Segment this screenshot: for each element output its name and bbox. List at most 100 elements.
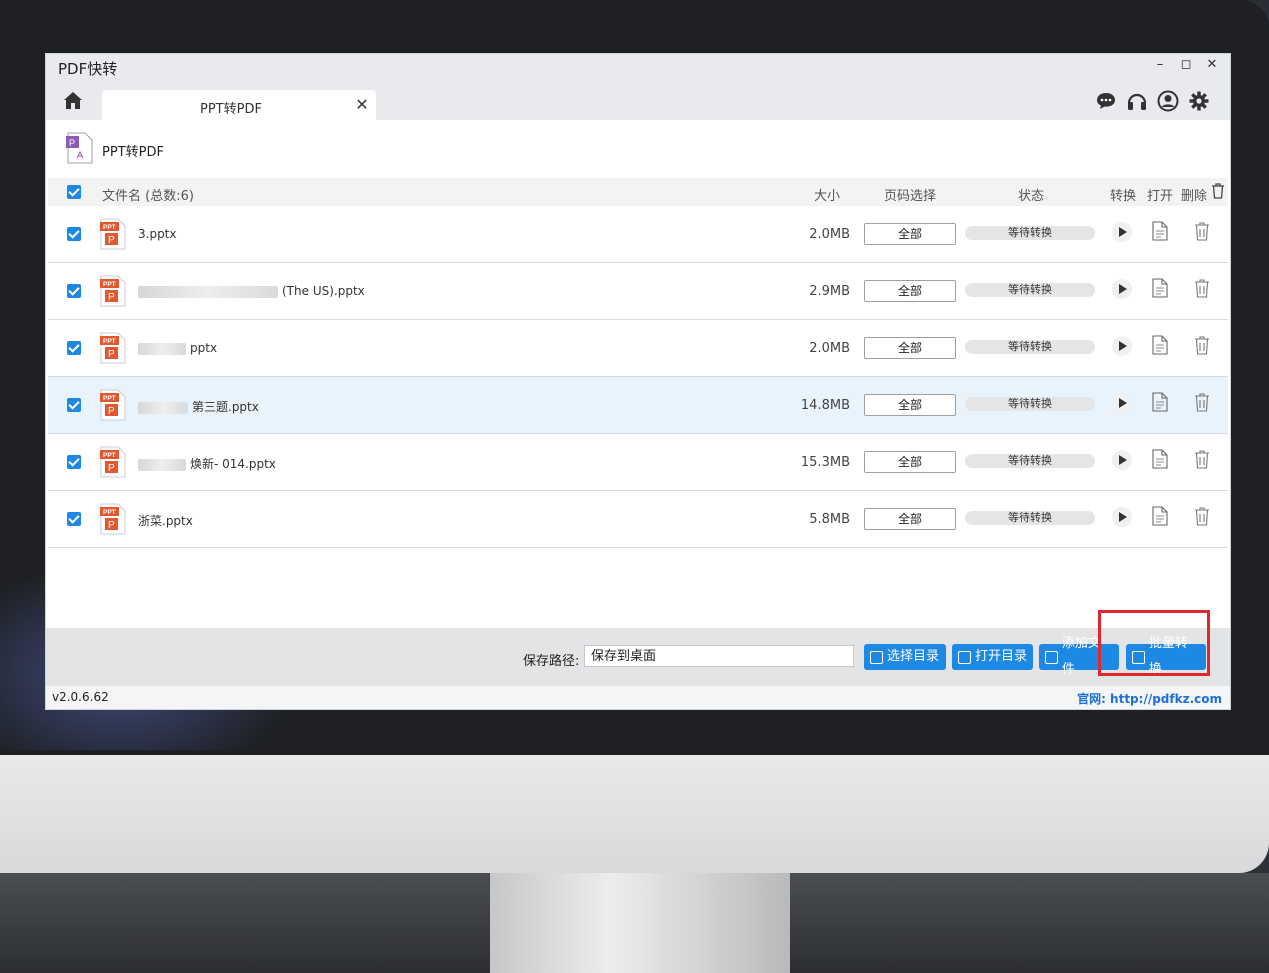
play-icon[interactable] <box>1112 336 1132 356</box>
open-file-icon[interactable] <box>1152 335 1168 359</box>
status-badge: 等待转换 <box>965 511 1095 525</box>
header-delete: 删除 <box>1181 189 1208 204</box>
file-name: 浙菜.pptx <box>138 512 193 529</box>
page-header: P PPT转PDF <box>66 132 164 168</box>
page-range-select[interactable]: 全部 <box>864 451 956 473</box>
table-row[interactable]: PPT P 焕新- 014.pptx 15.3MB 全部 等待转换 <box>48 434 1228 491</box>
highlight-annotation-box <box>1098 610 1210 676</box>
file-name: (The US).pptx <box>138 284 365 298</box>
page-range-select[interactable]: 全部 <box>864 394 956 416</box>
row-checkbox[interactable] <box>67 227 81 241</box>
open-directory-button[interactable]: 打开目录 <box>952 644 1033 670</box>
page-range-select[interactable]: 全部 <box>864 223 956 245</box>
svg-text:PPT: PPT <box>103 509 116 516</box>
tab-bar: PPT转PDF ✕ <box>46 82 1230 120</box>
delete-file-icon[interactable] <box>1194 449 1210 473</box>
window-controls: – ◻ ✕ <box>1152 57 1220 72</box>
maximize-button[interactable]: ◻ <box>1178 57 1194 72</box>
status-badge: 等待转换 <box>965 226 1095 240</box>
tab-ppt-to-pdf[interactable]: PPT转PDF ✕ <box>102 90 376 120</box>
monitor-stand <box>490 873 790 973</box>
play-icon[interactable] <box>1112 222 1132 242</box>
chat-icon[interactable] <box>1095 90 1117 112</box>
file-size: 15.3MB <box>800 455 850 470</box>
svg-text:PPT: PPT <box>103 281 116 288</box>
file-size: 2.0MB <box>809 227 850 242</box>
page-title: PPT转PDF <box>102 144 164 160</box>
row-checkbox[interactable] <box>67 455 81 469</box>
status-badge: 等待转换 <box>965 340 1095 354</box>
delete-file-icon[interactable] <box>1194 392 1210 416</box>
delete-all-icon[interactable] <box>1211 183 1225 203</box>
close-tab-button[interactable]: ✕ <box>354 95 370 114</box>
header-open: 打开 <box>1147 189 1174 204</box>
play-icon[interactable] <box>1112 450 1132 470</box>
ppt-to-pdf-icon: P <box>66 132 94 168</box>
svg-text:P: P <box>108 520 115 531</box>
open-file-icon[interactable] <box>1152 392 1168 416</box>
file-size: 14.8MB <box>800 398 850 413</box>
svg-text:P: P <box>108 235 115 246</box>
pptx-file-icon: PPT P <box>100 332 126 368</box>
row-checkbox[interactable] <box>67 284 81 298</box>
open-file-icon[interactable] <box>1152 278 1168 302</box>
save-disk-icon <box>870 650 883 664</box>
pptx-file-icon: PPT P <box>100 389 126 425</box>
file-name-text: 浙菜.pptx <box>138 514 193 528</box>
table-row[interactable]: PPT P pptx 2.0MB 全部 等待转换 <box>48 320 1228 377</box>
select-directory-label: 选择目录 <box>887 649 940 664</box>
header-pages: 页码选择 <box>884 189 937 204</box>
open-file-icon[interactable] <box>1152 221 1168 245</box>
row-checkbox[interactable] <box>67 341 81 355</box>
open-file-icon[interactable] <box>1152 506 1168 530</box>
file-name-text: pptx <box>190 341 218 355</box>
row-checkbox[interactable] <box>67 512 81 526</box>
header-filename: 文件名 (总数:6) <box>102 189 194 204</box>
svg-text:PPT: PPT <box>103 452 116 459</box>
status-badge: 等待转换 <box>965 397 1095 411</box>
page-range-select[interactable]: 全部 <box>864 508 956 530</box>
settings-icon[interactable] <box>1188 90 1210 112</box>
website-link[interactable]: 官网: http://pdfkz.com <box>1077 690 1222 707</box>
home-icon[interactable] <box>62 90 84 112</box>
delete-file-icon[interactable] <box>1194 278 1210 302</box>
redacted-filename <box>138 342 186 355</box>
select-directory-button[interactable]: 选择目录 <box>864 644 946 670</box>
svg-text:P: P <box>108 349 115 360</box>
page-range-select[interactable]: 全部 <box>864 337 956 359</box>
page-range-select[interactable]: 全部 <box>864 280 956 302</box>
delete-file-icon[interactable] <box>1194 221 1210 245</box>
play-icon[interactable] <box>1112 507 1132 527</box>
file-name: pptx <box>138 341 217 355</box>
row-checkbox[interactable] <box>67 398 81 412</box>
table-row[interactable]: PPT P 第三题.pptx 14.8MB 全部 等待转换 <box>48 377 1228 434</box>
title-bar: PDF快转 – ◻ ✕ <box>46 54 1230 82</box>
pptx-file-icon: PPT P <box>100 218 126 254</box>
headset-icon[interactable] <box>1126 90 1148 112</box>
table-row[interactable]: PPT P 3.pptx 2.0MB 全部 等待转换 <box>48 206 1228 263</box>
status-badge: 等待转换 <box>965 454 1095 468</box>
play-icon[interactable] <box>1112 393 1132 413</box>
delete-file-icon[interactable] <box>1194 335 1210 359</box>
svg-text:PPT: PPT <box>103 395 116 402</box>
user-icon[interactable] <box>1157 90 1179 112</box>
monitor-chin <box>0 755 1269 873</box>
play-icon[interactable] <box>1112 279 1132 299</box>
file-name: 焕新- 014.pptx <box>138 455 276 472</box>
file-size: 2.0MB <box>809 341 850 356</box>
minimize-button[interactable]: – <box>1152 57 1168 72</box>
status-badge: 等待转换 <box>965 283 1095 297</box>
svg-text:P: P <box>108 463 115 474</box>
close-window-button[interactable]: ✕ <box>1204 57 1220 72</box>
select-all-checkbox[interactable] <box>67 185 81 199</box>
file-name-text: 第三题.pptx <box>192 400 259 414</box>
save-path-input[interactable]: 保存到桌面 <box>584 645 854 667</box>
table-row[interactable]: PPT P 浙菜.pptx 5.8MB 全部 等待转换 <box>48 491 1228 548</box>
table-row[interactable]: PPT P (The US).pptx 2.9MB 全部 等待转换 <box>48 263 1228 320</box>
redacted-filename <box>138 458 186 471</box>
pptx-file-icon: PPT P <box>100 446 126 482</box>
delete-file-icon[interactable] <box>1194 506 1210 530</box>
file-name-text: 3.pptx <box>138 227 177 241</box>
table-header: 文件名 (总数:6) 大小 页码选择 状态 转换 打开 删除 <box>48 178 1228 206</box>
open-file-icon[interactable] <box>1152 449 1168 473</box>
